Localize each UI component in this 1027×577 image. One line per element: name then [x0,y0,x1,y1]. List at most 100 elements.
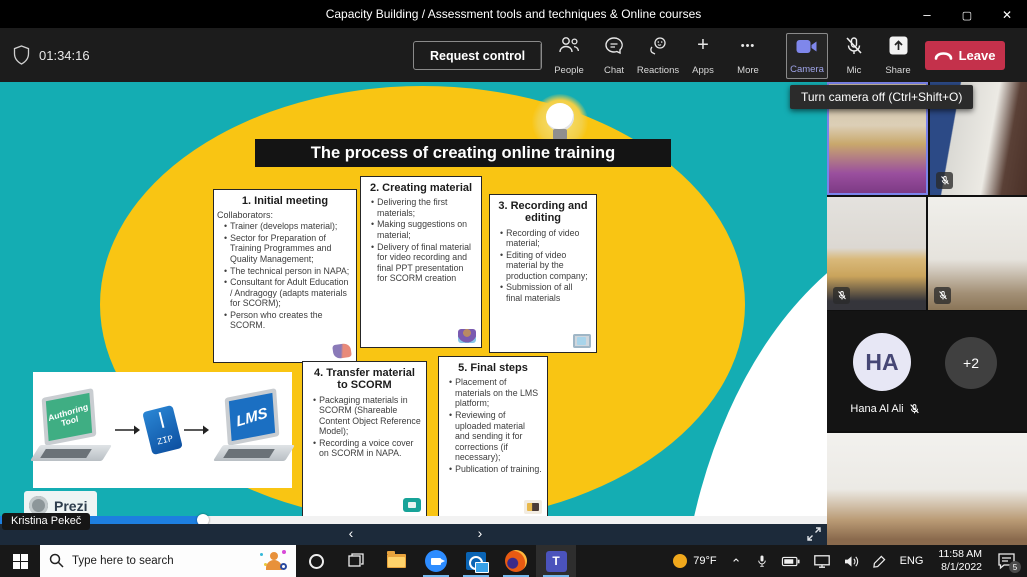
chevron-left-icon [349,525,354,541]
box2-bullets: Delivering the first materials;Making su… [366,197,476,283]
zoom-icon [425,550,447,572]
window-controls [907,0,1027,28]
windows-logo-icon [13,554,28,569]
person-icon [458,329,476,343]
presentation-seek-bar[interactable] [0,516,827,524]
chat-button[interactable]: Chat [592,36,636,76]
close-button[interactable] [987,0,1027,28]
close-icon [1002,7,1012,22]
language-indicator[interactable]: ENG [893,545,931,577]
bullet-item: Sector for Preparation of Training Progr… [219,233,351,265]
file-explorer-icon [387,554,406,568]
arrow-right-icon [184,424,210,436]
mic-muted-overlay [934,287,951,304]
microphone-icon [756,554,768,569]
mic-muted-overlay [833,287,850,304]
bullet-item: Recording of video material; [495,228,591,249]
bullet-item: Trainer (develops material); [219,221,351,232]
bullet-item: Publication of training. [444,464,542,475]
reactions-icon [648,36,669,55]
previous-slide-button[interactable] [336,524,366,545]
bullet-item: Placement of materials on the LMS platfo… [444,377,542,409]
cortana-icon [309,554,324,569]
mic-toggle-button[interactable]: Mic [832,36,876,76]
lightbulb-icon [546,103,574,131]
participant-avatar[interactable]: HA [853,333,911,391]
taskbar-search[interactable] [40,545,296,577]
prezi-wordmark: Prezi [54,498,87,514]
outlook-button[interactable] [456,545,496,577]
shield-icon [13,45,30,65]
speaker-icon [844,555,859,568]
zoom-app-button[interactable] [416,545,456,577]
bullet-item: Consultant for Adult Education / Andrago… [219,277,351,309]
display-button[interactable] [807,545,837,577]
file-explorer-button[interactable] [376,545,416,577]
participant-name-row: Hana Al Ali [827,403,943,415]
camera-toggle-button[interactable]: Camera [786,33,828,79]
task-view-button[interactable] [336,545,376,577]
request-control-button[interactable]: Request control [413,41,542,70]
camera-on-icon [796,39,818,54]
process-box-5: 5. Final steps Placement of materials on… [438,356,548,519]
mic-muted-icon [909,403,920,415]
outlook-icon [466,552,486,570]
process-box-4: 4. Transfer material to SCORM Packaging … [302,361,427,517]
search-input[interactable] [72,555,232,567]
task-view-icon [348,553,364,569]
next-slide-button[interactable] [465,524,495,545]
video-row-2 [827,197,1027,310]
cortana-button[interactable] [296,545,336,577]
share-button[interactable]: Share [876,36,920,76]
action-center-button[interactable]: 5 [990,545,1027,577]
people-button[interactable]: People [547,36,591,76]
avatar-initials: HA [865,349,898,376]
bullet-item: Editing of video material by the product… [495,250,591,282]
firefox-button[interactable] [496,545,536,577]
mic-muted-icon [940,175,950,186]
bullet-item: Making suggestions on material; [366,219,476,240]
volume-button[interactable] [837,545,866,577]
reactions-label: Reactions [637,65,679,76]
mic-muted-icon [938,290,948,301]
reactions-button[interactable]: Reactions [636,36,680,76]
start-button[interactable] [0,545,40,577]
teams-taskbar-button[interactable]: T [536,545,576,577]
maximize-button[interactable] [947,0,987,28]
participant-video[interactable] [827,433,1027,545]
more-label: More [737,65,759,76]
weather-widget[interactable]: 79°F [666,545,723,577]
participant-video[interactable] [928,197,1027,310]
show-hidden-icons-button[interactable] [724,545,749,577]
tray-mic-button[interactable] [749,545,775,577]
chat-label: Chat [604,65,624,76]
battery-icon [782,556,800,567]
date-text: 8/1/2022 [938,561,982,574]
process-box-1: 1. Initial meeting Collaborators: Traine… [213,189,357,363]
bullet-item: Delivering the first materials; [366,197,476,218]
participant-name: Hana Al Ali [850,403,903,415]
pen-button[interactable] [866,545,893,577]
seek-handle[interactable] [197,514,209,524]
camera-label: Camera [790,64,824,75]
more-button[interactable]: More [726,36,770,76]
apps-label: Apps [692,65,714,76]
window-titlebar: Capacity Building / Assessment tools and… [0,0,1027,28]
participant-video[interactable] [827,197,926,310]
leave-button[interactable]: Leave [925,41,1005,70]
expand-button[interactable] [807,527,821,541]
chevron-up-icon [731,553,742,569]
share-screen-icon [889,36,908,55]
camera-tooltip: Turn camera off (Ctrl+Shift+O) [790,85,973,109]
apps-button[interactable]: Apps [681,36,725,76]
minimize-button[interactable] [907,0,947,28]
teams-meeting-window: Capacity Building / Assessment tools and… [0,0,1027,577]
notification-count-badge: 5 [1009,561,1021,573]
pen-icon [873,555,886,568]
presentation-controls-bar [0,524,827,545]
bullet-item: Delivery of final material for video rec… [366,242,476,284]
battery-button[interactable] [775,545,807,577]
overflow-participants-badge[interactable]: +2 [945,337,997,389]
clock[interactable]: 11:58 AM 8/1/2022 [930,548,990,574]
bullet-item: Person who creates the SCORM. [219,310,351,331]
